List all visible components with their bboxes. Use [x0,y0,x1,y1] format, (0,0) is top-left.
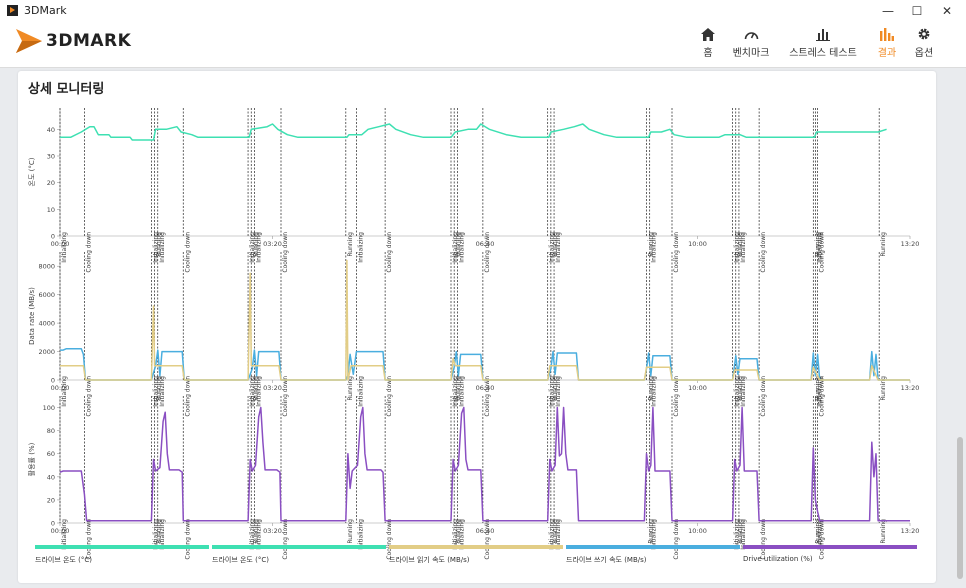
chart-panel-2: 020406080100활용률 (%)00:00 03:20 06:40 10:00 1… [27,396,919,560]
legend-item[interactable]: 드라이브 온도 (°C) [35,545,209,565]
phase-marker-label: Cooling down [85,232,92,273]
phase-marker-label: Initializing [651,376,658,407]
phase-marker-label: Initializing [555,376,562,407]
y-tick-label: 6000 [38,291,55,299]
y-tick-label: 2000 [38,348,55,356]
x-tick-label: 13:20 [901,384,920,392]
phase-marker-label: Running [347,232,354,257]
x-tick-label: 03:20 [263,240,282,248]
phase-marker-label: Cooling down [819,232,826,273]
phase-marker-label: Cooling down [282,232,289,273]
phase-marker-label: Cooling down [184,232,191,273]
y-tick-label: 60 [47,450,55,458]
phase-marker-label: Cooling down [760,376,767,417]
y-tick-label: 40 [47,473,55,481]
y-tick-label: 8000 [38,263,55,271]
series-line-temp [60,123,887,141]
phase-marker-label: Initializing [651,232,658,263]
y-tick-label: 20 [47,496,55,504]
phase-marker-label: Initializing [255,376,262,407]
legend-label: 드라이브 쓰기 속도 (MB/s) [566,556,647,564]
y-tick-label: 40 [47,126,55,134]
y-tick-label: 100 [43,404,55,412]
phase-marker-label: Initializing [357,376,364,407]
scrollbar-thumb[interactable] [957,437,963,579]
legend-label: Drive utilization (%) [743,555,813,563]
y-tick-label: 80 [47,427,55,435]
legend-item[interactable]: 드라이브 쓰기 속도 (MB/s) [566,545,740,565]
phase-marker-label: Cooling down [673,376,680,417]
y-tick-label: 4000 [38,320,55,328]
x-tick-label: 13:20 [901,240,920,248]
legend-swatch [743,545,917,549]
phase-marker-label: Initializing [458,232,465,263]
phase-marker-label: Cooling down [85,376,92,417]
phase-marker-label: Initializing [61,232,68,263]
phase-marker-label: Running [880,519,887,544]
y-axis-label: Data rate (MB/s) [28,287,36,345]
phase-marker-label: Cooling down [673,232,680,273]
legend-item[interactable]: Drive utilization (%) [743,545,917,565]
phase-marker-label: Cooling down [484,232,491,273]
x-tick-label: 03:20 [263,384,282,392]
y-axis-label: 온도 (°C) [28,157,36,186]
x-tick-label: 10:00 [688,240,707,248]
x-tick-label: 10:00 [688,527,707,535]
legend-label: 드라이브 온도 (°C) [212,556,269,564]
phase-marker-label: Initializing [458,376,465,407]
phase-marker-label: Running [880,232,887,257]
x-tick-label: 03:20 [263,527,282,535]
phase-marker-label: Cooling down [282,376,289,417]
chart-panel-0: 010203040온도 (°C)00:00 03:20 06:40 10:00 13:2… [28,108,919,273]
phase-marker-label: Initializing [357,232,364,263]
legend-swatch [566,545,740,549]
phase-marker-label: Cooling down [184,376,191,417]
series-line-util [59,406,910,522]
legend-label: 드라이브 온도 (°C) [35,556,92,564]
phase-marker-label: Running [347,519,354,544]
series-line-read [60,259,910,381]
phase-marker-label: Cooling down [819,376,826,417]
legend-swatch [35,545,209,549]
series-line-write [60,347,910,381]
y-tick-label: 10 [47,206,55,214]
phase-marker-label: Initializing [159,376,166,407]
phase-marker-label: Initializing [740,376,747,407]
x-tick-label: 13:20 [901,527,920,535]
legend-label: 드라이브 읽기 속도 (MB/s) [389,556,470,564]
legend-item[interactable]: 드라이브 읽기 속도 (MB/s) [389,545,563,565]
phase-marker-label: Initializing [255,232,262,263]
chart-panel-1: 02000400060008000Data rate (MB/s)00:00 03… [28,252,919,417]
phase-marker-label: Initializing [740,232,747,263]
phase-marker-label: Initializing [61,376,68,407]
phase-marker-label: Cooling down [386,232,393,273]
legend-swatch [212,545,386,549]
phase-marker-label: Cooling down [760,232,767,273]
legend-swatch [389,545,563,549]
legend-item[interactable]: 드라이브 온도 (°C) [212,545,386,565]
y-axis-label: 활용률 (%) [27,442,36,476]
y-tick-label: 30 [47,153,55,161]
phase-marker-label: Initializing [555,232,562,263]
phase-marker-label: Initializing [159,232,166,263]
monitoring-charts: 010203040온도 (°C)00:00 03:20 06:40 10:00 13:2… [27,108,919,560]
phase-marker-label: Cooling down [386,376,393,417]
y-tick-label: 20 [47,179,55,187]
phase-marker-label: Cooling down [484,376,491,417]
x-tick-label: 10:00 [688,384,707,392]
